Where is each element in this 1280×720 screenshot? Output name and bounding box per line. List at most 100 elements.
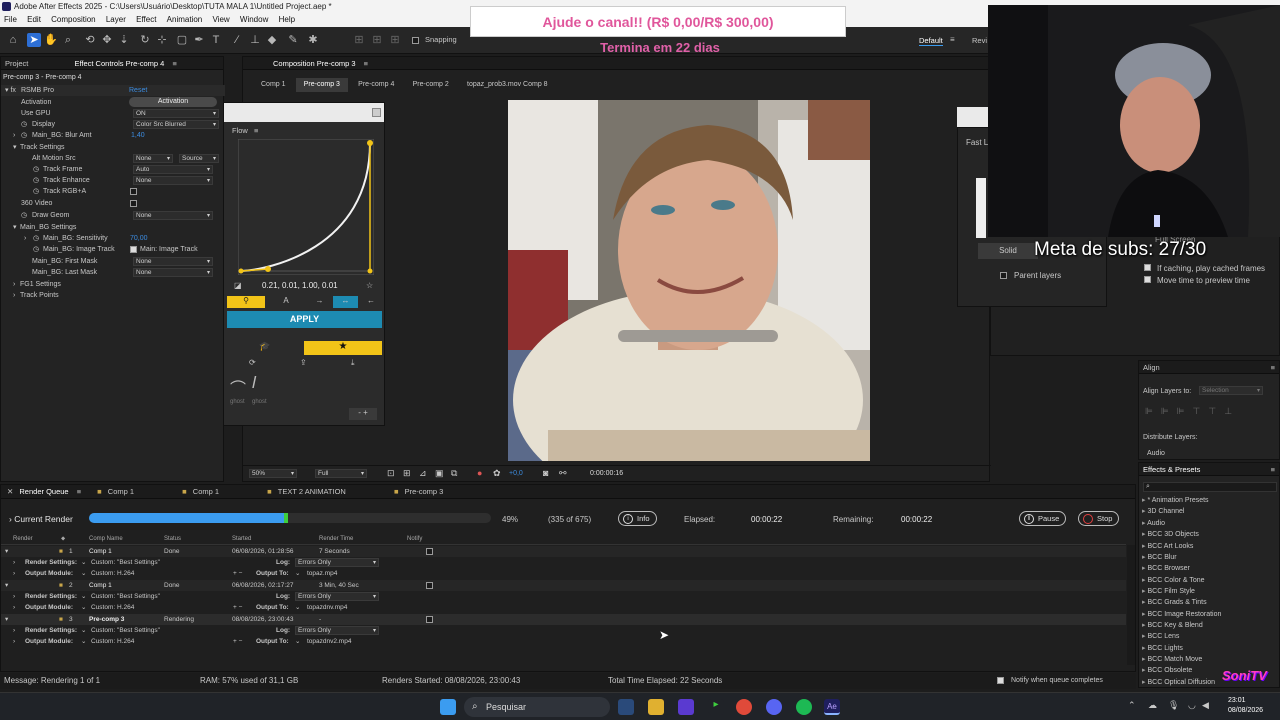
col-status[interactable]: Status <box>164 536 181 542</box>
stopwatch-icon[interactable]: ◷ <box>33 244 39 255</box>
flow-out-icon[interactable]: → <box>307 296 332 308</box>
chevron-down-icon[interactable]: ⌄ <box>81 568 86 579</box>
menu-layer[interactable]: Layer <box>106 15 126 24</box>
render-item-comp[interactable]: Comp 1 <box>89 546 112 557</box>
parent-layers-checkbox[interactable] <box>1000 272 1007 279</box>
workspace-review-tab[interactable]: Revi <box>972 36 987 45</box>
preset-bcc-match-move[interactable]: BCC Match Move <box>1142 655 1202 663</box>
rotate-tool-icon[interactable]: ↻ <box>138 33 152 47</box>
info-button[interactable]: i Info <box>618 511 657 526</box>
log-dropdown[interactable]: Errors Only <box>295 626 379 635</box>
render-item-comp[interactable]: Pre-comp 3 <box>89 614 124 625</box>
chevron-down-icon[interactable]: ⌄ <box>295 602 300 613</box>
transparency-grid-icon[interactable]: ⊞ <box>403 468 411 479</box>
render-item-row[interactable]: ▾ ■ 3 Pre-comp 3 Rendering 08/08/2026, 2… <box>1 614 1126 625</box>
use-gpu-dropdown[interactable]: ON <box>133 109 219 118</box>
color-management-icon[interactable]: ✿ <box>493 468 501 479</box>
vpn-shield-icon[interactable] <box>678 699 694 715</box>
current-timecode[interactable]: 0:00:00:16 <box>590 470 623 477</box>
stopwatch-icon[interactable]: ◷ <box>21 119 27 130</box>
after-effects-taskbar-icon[interactable]: Ae <box>824 699 840 715</box>
windows-start-icon[interactable] <box>440 699 456 715</box>
chrome-icon[interactable] <box>736 699 752 715</box>
puppet-tool-icon[interactable]: ✱ <box>306 33 320 47</box>
col-render[interactable]: Render <box>13 536 33 542</box>
render-settings-value[interactable]: Custom: "Best Settings" <box>91 625 160 636</box>
stopwatch-icon[interactable]: ◷ <box>33 175 39 186</box>
col-comp-name[interactable]: Comp Name <box>89 536 123 542</box>
guides-icon[interactable]: ▣ <box>435 468 444 479</box>
preset-animation-presets[interactable]: * Animation Presets <box>1142 496 1208 504</box>
wifi-icon[interactable]: ◡ <box>1188 700 1196 711</box>
workspace-default-tab[interactable]: Default <box>919 36 943 46</box>
pen-tool-icon[interactable]: ✒ <box>192 33 206 47</box>
flow-preset-1[interactable]: ghost <box>230 399 245 405</box>
stopwatch-icon[interactable]: ◷ <box>21 210 27 221</box>
flow-favorites-tab-icon[interactable]: ★ <box>304 341 382 355</box>
render-item-comp[interactable]: Comp 1 <box>89 580 112 591</box>
flow-download-icon[interactable]: ⤓ <box>351 358 355 368</box>
effect-controls-tab[interactable]: Effect Controls Pre-comp 4 <box>74 59 164 68</box>
log-dropdown[interactable]: Errors Only <box>295 558 379 567</box>
panel-menu-icon[interactable]: ≡ <box>172 59 176 68</box>
chevron-down-icon[interactable]: ⌄ <box>81 591 86 602</box>
fx-icon[interactable]: ▾ fx <box>5 85 16 96</box>
flow-in-icon[interactable]: ← <box>359 296 383 308</box>
solid-button[interactable]: Solid <box>978 243 1038 259</box>
output-to-value[interactable]: topaz.mp4 <box>307 568 337 579</box>
hand-tool-icon[interactable]: ✋ <box>44 33 58 47</box>
chevron-down-icon[interactable]: ⌄ <box>295 568 300 579</box>
preset-bcc-3d-objects[interactable]: BCC 3D Objects <box>1142 530 1198 538</box>
preset-bcc-lights[interactable]: BCC Lights <box>1142 644 1182 652</box>
preset-bcc-key-blend[interactable]: BCC Key & Blend <box>1142 621 1202 629</box>
notify-checkbox[interactable] <box>426 616 433 623</box>
menu-edit[interactable]: Edit <box>27 15 41 24</box>
menu-animation[interactable]: Animation <box>167 15 203 24</box>
file-explorer-icon[interactable] <box>648 699 664 715</box>
label-color-icon[interactable]: ■ <box>59 580 63 591</box>
rq-close-icon[interactable]: ✕ <box>7 487 13 496</box>
pause-button[interactable]: ‖ Pause <box>1019 511 1067 526</box>
show-snapshot-icon[interactable]: ⚯ <box>559 468 567 479</box>
notify-checkbox[interactable] <box>426 548 433 555</box>
notify-queue-checkbox[interactable] <box>997 677 1004 684</box>
expand-icon[interactable]: › <box>24 233 26 244</box>
preset-bcc-art-looks[interactable]: BCC Art Looks <box>1142 542 1193 550</box>
stop-button[interactable]: Stop <box>1078 511 1120 526</box>
taskbar-search-input[interactable]: ⌕ Pesquisar <box>464 697 610 717</box>
align-to-dropdown[interactable]: Selection <box>1199 386 1263 395</box>
flow-upload-icon[interactable]: ⇪ <box>300 358 307 367</box>
last-mask-dropdown[interactable]: None <box>133 268 213 277</box>
flow-key-icon[interactable]: ⚲ <box>227 296 265 308</box>
effects-search-input[interactable]: ⌕ <box>1143 482 1277 492</box>
expand-icon[interactable]: › <box>13 568 15 579</box>
output-module-value[interactable]: Custom: H.264 <box>91 636 134 647</box>
flow-apply-button[interactable]: APPLY <box>227 311 382 328</box>
taskbar-date[interactable]: 08/08/2026 <box>1228 707 1263 714</box>
stopwatch-icon[interactable]: ◷ <box>33 186 39 197</box>
expand-icon[interactable]: › <box>13 130 15 141</box>
discord-icon[interactable] <box>766 699 782 715</box>
panel-menu-icon[interactable]: ≡ <box>1271 463 1275 476</box>
composition-viewer-image[interactable] <box>508 100 870 461</box>
chevron-down-icon[interactable]: ⌄ <box>81 636 86 647</box>
timeline-tab-text-2-animation[interactable]: TEXT 2 ANIMATION <box>278 487 346 496</box>
preset-bcc-film-style[interactable]: BCC Film Style <box>1142 587 1194 595</box>
effect-group-fg1[interactable]: › FG1 Settings <box>1 279 225 290</box>
eraser-tool-icon[interactable]: ◆ <box>265 33 279 47</box>
image-track-checkbox[interactable] <box>130 246 137 253</box>
menu-help[interactable]: Help <box>279 15 295 24</box>
comp-tab-pre-comp-4[interactable]: Pre-comp 4 <box>350 78 402 92</box>
flow-copy-icon[interactable]: ◪ <box>234 280 242 292</box>
timeline-tab-comp-1[interactable]: Comp 1 <box>108 487 134 496</box>
render-item-row[interactable]: ▾ ■ 2 Comp 1 Done 06/08/2026, 02:17:27 3… <box>1 580 1126 591</box>
first-mask-dropdown[interactable]: None <box>133 257 213 266</box>
sensitivity-value[interactable]: 70,00 <box>130 233 148 244</box>
snapping-checkbox[interactable] <box>412 37 419 44</box>
flow-preset-curve-icon[interactable]: ⌒ <box>230 375 246 399</box>
comp-tab-topaz[interactable]: topaz_prob3.mov Comp 8 <box>459 78 556 92</box>
expand-icon[interactable]: › <box>13 636 15 647</box>
menu-composition[interactable]: Composition <box>51 15 95 24</box>
track-rgba-checkbox[interactable] <box>130 188 137 195</box>
flow-text-icon[interactable]: A <box>267 296 305 308</box>
